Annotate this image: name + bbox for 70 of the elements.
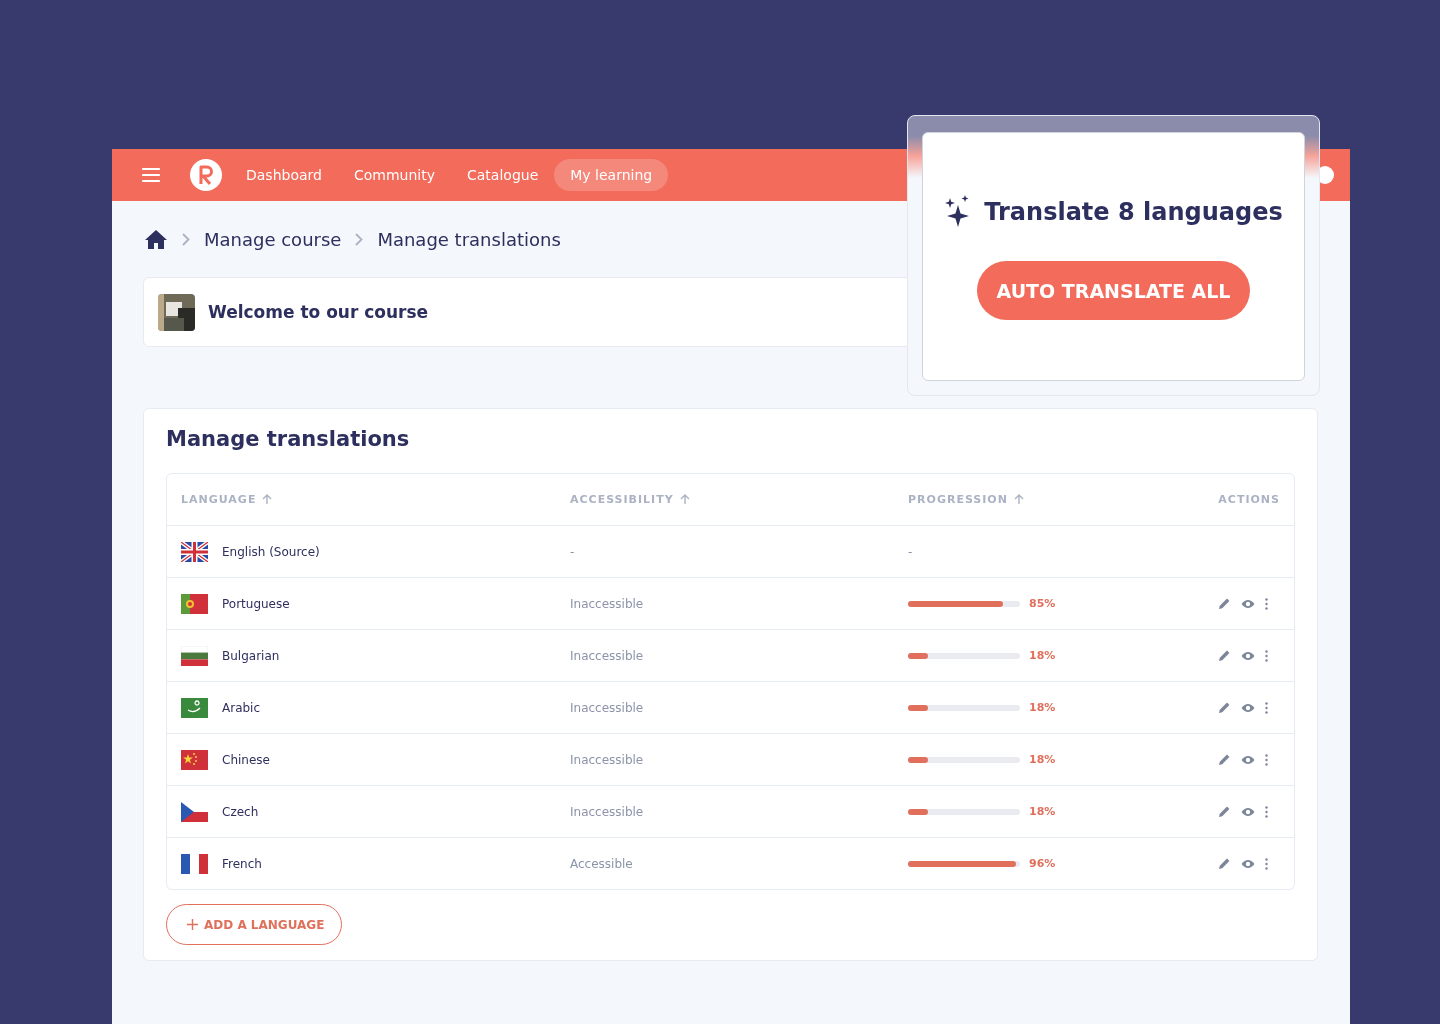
language-name: Bulgarian bbox=[222, 648, 280, 663]
home-icon[interactable] bbox=[144, 228, 168, 250]
flag-icon bbox=[181, 697, 208, 718]
flag-icon bbox=[181, 749, 208, 770]
nav-link[interactable]: Dashboard bbox=[230, 159, 338, 191]
breadcrumb-link[interactable]: Manage translations bbox=[377, 228, 561, 250]
eye-icon[interactable] bbox=[1241, 702, 1255, 713]
flag-icon bbox=[181, 593, 208, 614]
nav-link[interactable]: Community bbox=[337, 159, 451, 191]
language-name: Czech bbox=[222, 804, 259, 819]
eye-icon[interactable] bbox=[1241, 650, 1255, 661]
accessibility-status: Inaccessible bbox=[570, 804, 645, 819]
accessibility-status: Inaccessible bbox=[570, 648, 645, 663]
sort-arrow-icon bbox=[262, 494, 273, 505]
popup-title: Translate 8 languages bbox=[984, 198, 1283, 226]
accessibility-status: - bbox=[570, 544, 576, 559]
plus-icon bbox=[187, 919, 198, 930]
nav-link[interactable]: Catalogue bbox=[451, 159, 555, 191]
edit-icon[interactable] bbox=[1218, 701, 1231, 714]
logo-icon bbox=[190, 159, 222, 191]
more-icon[interactable] bbox=[1265, 597, 1268, 610]
more-icon[interactable] bbox=[1265, 701, 1268, 714]
course-title: Welcome to our course bbox=[208, 302, 429, 322]
language-name: French bbox=[222, 856, 262, 871]
more-icon[interactable] bbox=[1265, 805, 1268, 818]
accessibility-status: Inaccessible bbox=[570, 596, 645, 611]
edit-icon[interactable] bbox=[1218, 857, 1231, 870]
eye-icon[interactable] bbox=[1241, 858, 1255, 869]
chevron-right-icon bbox=[182, 232, 190, 246]
auto-translate-button[interactable]: AUTO TRANSLATE ALL bbox=[976, 261, 1251, 320]
eye-icon[interactable] bbox=[1241, 806, 1255, 817]
eye-icon[interactable] bbox=[1241, 598, 1255, 609]
progress-percent: 96% bbox=[1029, 857, 1056, 870]
flag-icon bbox=[181, 541, 208, 562]
language-name: Arabic bbox=[222, 700, 261, 715]
edit-icon[interactable] bbox=[1218, 649, 1231, 662]
edit-icon[interactable] bbox=[1218, 805, 1231, 818]
edit-icon[interactable] bbox=[1218, 753, 1231, 766]
language-name: English (Source) bbox=[222, 544, 320, 559]
menu-icon[interactable] bbox=[142, 167, 160, 183]
flag-icon bbox=[181, 853, 208, 874]
chevron-right-icon bbox=[355, 232, 364, 246]
more-icon[interactable] bbox=[1265, 857, 1268, 870]
flag-icon bbox=[181, 645, 208, 666]
sort-arrow-icon bbox=[679, 494, 690, 505]
progress-percent: 18% bbox=[1029, 805, 1056, 818]
add-language-button[interactable]: ADD A LANGUAGE bbox=[166, 904, 343, 945]
language-name: Chinese bbox=[222, 752, 270, 767]
nav-link[interactable]: My learning bbox=[554, 159, 669, 191]
column-header[interactable]: LANGUAGE bbox=[181, 493, 273, 506]
more-icon[interactable] bbox=[1265, 649, 1268, 662]
breadcrumb-link[interactable]: Manage course bbox=[204, 228, 342, 250]
language-name: Portuguese bbox=[222, 596, 290, 611]
accessibility-status: Accessible bbox=[570, 856, 634, 871]
progression-value: - bbox=[908, 544, 914, 559]
column-header[interactable]: PROGRESSION bbox=[908, 493, 1024, 506]
eye-icon[interactable] bbox=[1241, 754, 1255, 765]
accessibility-status: Inaccessible bbox=[570, 752, 645, 767]
panel-title: Manage translations bbox=[166, 427, 411, 451]
progress-percent: 18% bbox=[1029, 701, 1056, 714]
column-header[interactable]: ACCESSIBILITY bbox=[570, 493, 690, 506]
progress-percent: 85% bbox=[1029, 597, 1056, 610]
sort-arrow-icon bbox=[1013, 494, 1024, 505]
more-icon[interactable] bbox=[1265, 753, 1268, 766]
progress-percent: 18% bbox=[1029, 649, 1056, 662]
edit-icon[interactable] bbox=[1218, 597, 1231, 610]
column-header: ACTIONS bbox=[1218, 493, 1280, 506]
progress-percent: 18% bbox=[1029, 753, 1056, 766]
flag-icon bbox=[181, 801, 208, 822]
accessibility-status: Inaccessible bbox=[570, 700, 645, 715]
